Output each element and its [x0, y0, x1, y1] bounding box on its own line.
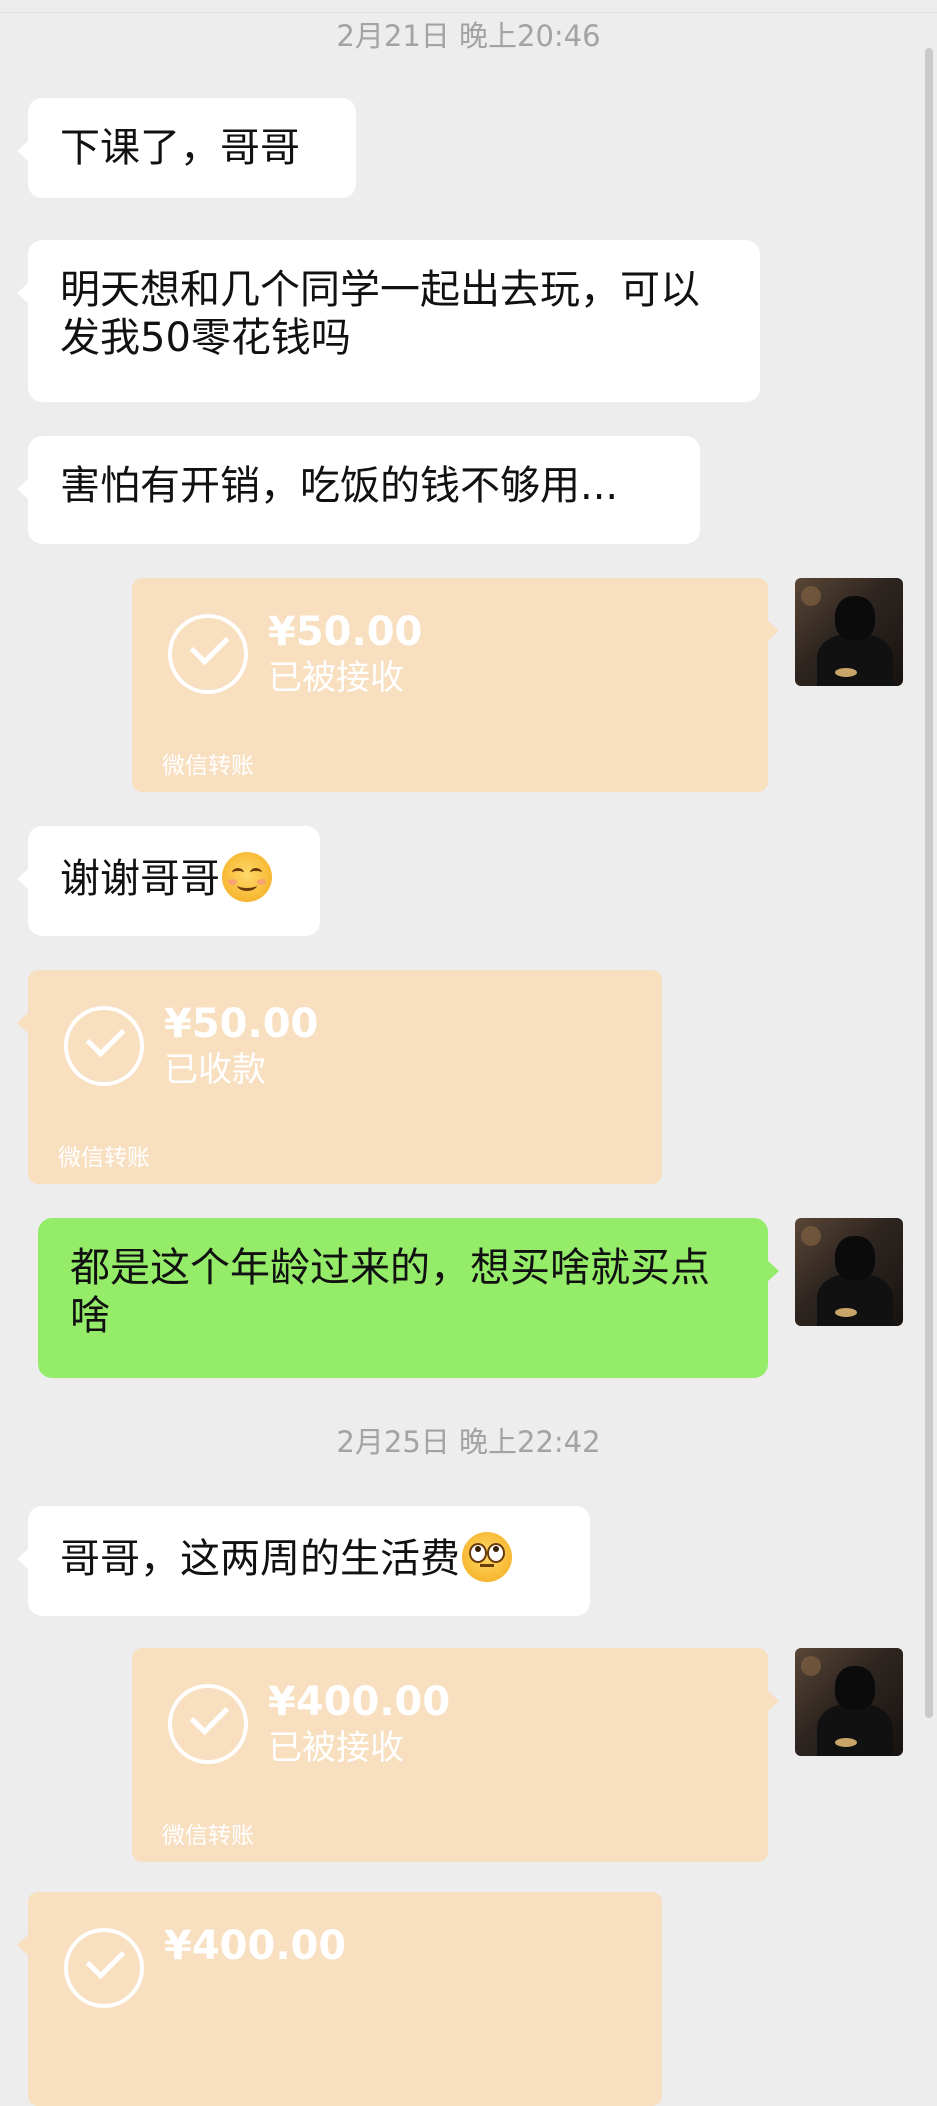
avatar[interactable]	[795, 1218, 903, 1326]
message-bubble-incoming[interactable]: 害怕有开销，吃饭的钱不够用...	[17, 436, 700, 544]
transfer-status: 已收款	[164, 1050, 266, 1090]
avatar[interactable]	[795, 578, 903, 686]
transfer-amount: ¥400.00	[268, 1679, 451, 1725]
check-circle-icon	[168, 1684, 248, 1764]
message-text: 害怕有开销，吃饭的钱不够用...	[60, 463, 619, 509]
transfer-amount: ¥50.00	[268, 609, 423, 655]
transfer-card-outgoing[interactable]: ¥50.00 已被接收 微信转账	[132, 578, 779, 792]
transfer-label: 微信转账	[162, 1823, 254, 1849]
timestamp: 2月25日 晚上22:42	[336, 1425, 601, 1459]
message-bubble-incoming[interactable]: 谢谢哥哥	[17, 826, 320, 936]
transfer-label: 微信转账	[162, 753, 254, 779]
transfer-card-incoming[interactable]: ¥50.00 已收款 微信转账	[17, 970, 662, 1184]
message-text: 明天想和几个同学一起出去玩，可以发我50零花钱吗	[60, 267, 700, 361]
check-circle-icon	[64, 1928, 144, 2008]
transfer-status: 已被接收	[268, 658, 404, 698]
message-bubble-incoming[interactable]: 哥哥，这两周的生活费	[17, 1506, 590, 1616]
transfer-card-incoming[interactable]: ¥400.00	[17, 1892, 662, 2106]
timestamp: 2月21日 晚上20:46	[336, 19, 601, 53]
transfer-amount: ¥50.00	[164, 1001, 319, 1047]
message-text: 都是这个年龄过来的，想买啥就买点啥	[70, 1245, 710, 1339]
message-bubble-incoming[interactable]: 下课了，哥哥	[17, 98, 356, 198]
message-text: 下课了，哥哥	[60, 125, 300, 171]
top-divider	[0, 0, 937, 13]
message-bubble-incoming[interactable]: 明天想和几个同学一起出去玩，可以发我50零花钱吗	[17, 240, 760, 402]
transfer-status: 已被接收	[268, 1728, 404, 1768]
transfer-label: 微信转账	[58, 1145, 150, 1171]
transfer-amount: ¥400.00	[164, 1923, 347, 1969]
message-bubble-outgoing[interactable]: 都是这个年龄过来的，想买啥就买点啥	[38, 1218, 779, 1378]
scrollbar[interactable]	[925, 48, 933, 1718]
check-circle-icon	[168, 614, 248, 694]
avatar[interactable]	[795, 1648, 903, 1756]
message-text: 哥哥，这两周的生活费	[60, 1536, 460, 1582]
face-with-rolling-eyes-icon	[462, 1532, 512, 1582]
message-text: 谢谢哥哥	[60, 856, 220, 902]
smiling-face-icon	[222, 852, 272, 902]
check-circle-icon	[64, 1006, 144, 1086]
transfer-card-outgoing[interactable]: ¥400.00 已被接收 微信转账	[132, 1648, 779, 1862]
